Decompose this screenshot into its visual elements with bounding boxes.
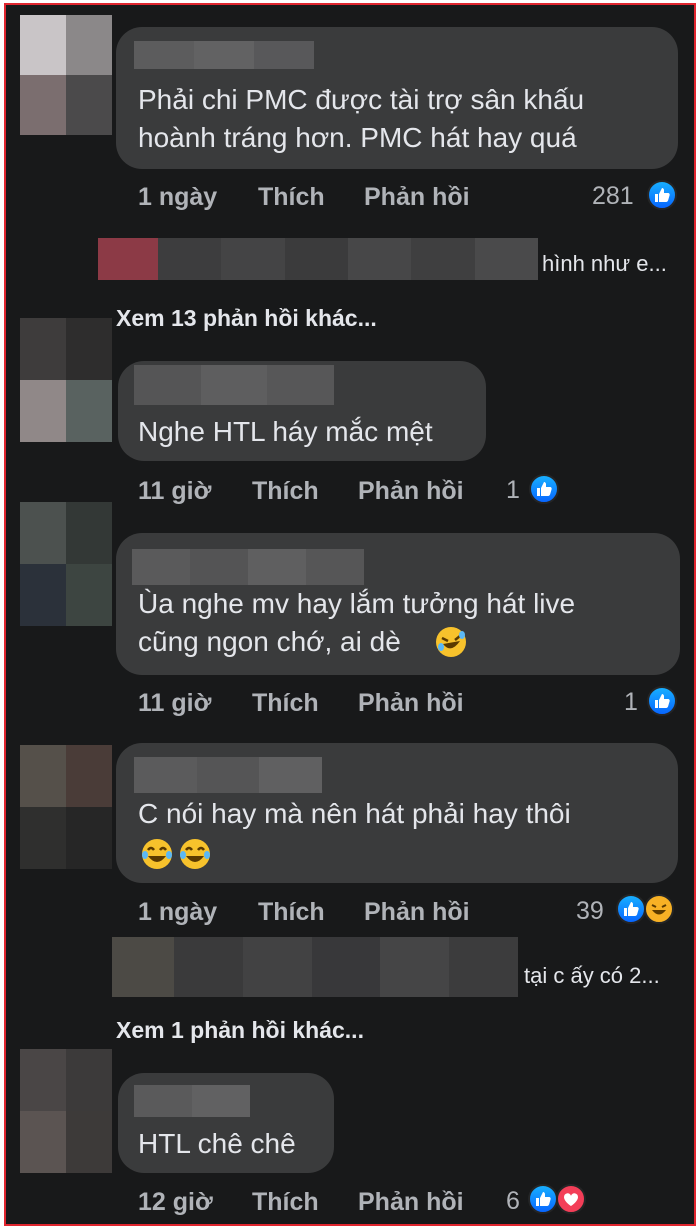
avatar[interactable] (20, 15, 112, 135)
comment-text-line: Ùa nghe mv hay lắm tưởng hát live (138, 588, 576, 619)
reply-avatar[interactable] (112, 937, 174, 997)
comment-time[interactable]: 12 giờ (138, 1188, 213, 1217)
comment-thread: Phải chi PMC được tài trợ sân khấu hoành… (4, 3, 696, 1226)
reaction-count[interactable]: 1 (506, 476, 520, 505)
like-button[interactable]: Thích (252, 477, 319, 506)
reply-button[interactable]: Phản hồi (358, 477, 464, 506)
reply-avatar[interactable] (98, 238, 158, 280)
comment-time[interactable]: 1 ngày (138, 898, 217, 927)
rofl-emoji (434, 625, 468, 659)
view-more-replies[interactable]: Xem 13 phản hồi khác... (116, 305, 377, 332)
comment-text-line: C nói hay mà nên hát phải hay thôi (138, 798, 571, 829)
avatar[interactable] (20, 318, 112, 442)
reply-preview-text[interactable]: hình như e... (542, 251, 667, 277)
like-icon (647, 686, 677, 716)
like-button[interactable]: Thích (258, 183, 325, 212)
commenter-name[interactable] (134, 365, 334, 405)
like-button[interactable]: Thích (258, 898, 325, 927)
reply-button[interactable]: Phản hồi (358, 689, 464, 718)
view-more-replies[interactable]: Xem 1 phản hồi khác... (116, 1017, 364, 1044)
comment-text-line: cũng ngon chớ, ai dè (138, 626, 401, 657)
like-icon (647, 180, 677, 210)
like-button[interactable]: Thích (252, 1188, 319, 1217)
like-icon (529, 474, 559, 504)
comment-time[interactable]: 11 giờ (138, 689, 211, 718)
reply-author[interactable] (174, 937, 518, 997)
commenter-name[interactable] (134, 1085, 250, 1117)
avatar[interactable] (20, 1049, 112, 1173)
heart-icon (556, 1184, 586, 1214)
reaction-count[interactable]: 281 (592, 182, 634, 211)
avatar[interactable] (20, 745, 112, 869)
like-icon (528, 1184, 558, 1214)
reply-button[interactable]: Phản hồi (364, 898, 470, 927)
joy-emoji (140, 837, 174, 871)
comment-text-line: hoành tráng hơn. PMC hát hay quá (138, 122, 577, 153)
comment-text-line: HTL chê chê (138, 1128, 296, 1159)
haha-icon (644, 894, 674, 924)
avatar[interactable] (20, 502, 112, 626)
reaction-count[interactable]: 1 (624, 688, 638, 717)
commenter-name[interactable] (132, 549, 364, 585)
comment-time[interactable]: 1 ngày (138, 183, 217, 212)
like-icon (616, 894, 646, 924)
reply-button[interactable]: Phản hồi (364, 183, 470, 212)
comment-time[interactable]: 11 giờ (138, 477, 211, 506)
reply-preview-text[interactable]: tại c ấy có 2... (524, 963, 660, 989)
reply-author[interactable] (158, 238, 538, 280)
comment-text-line: Nghe HTL háy mắc mệt (138, 416, 433, 447)
reaction-count[interactable]: 6 (506, 1187, 520, 1216)
commenter-name[interactable] (134, 41, 314, 69)
like-button[interactable]: Thích (252, 689, 319, 718)
comment-text-line: Phải chi PMC được tài trợ sân khấu (138, 84, 585, 115)
reply-button[interactable]: Phản hồi (358, 1188, 464, 1217)
joy-emoji (178, 837, 212, 871)
reaction-count[interactable]: 39 (576, 897, 604, 926)
commenter-name[interactable] (134, 757, 322, 793)
